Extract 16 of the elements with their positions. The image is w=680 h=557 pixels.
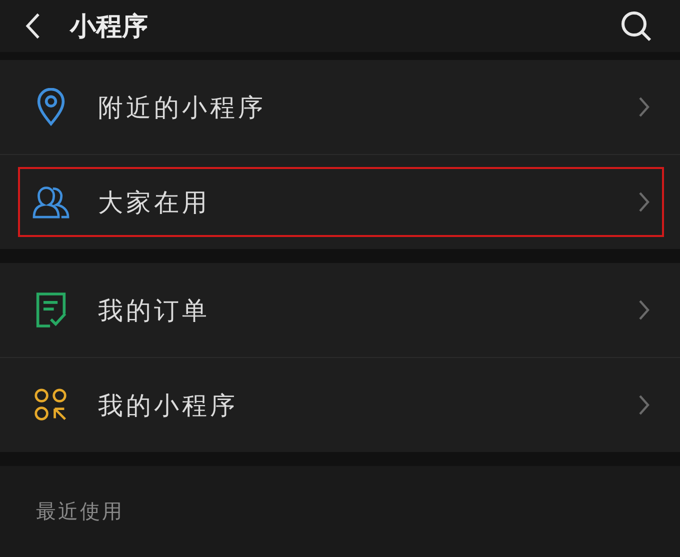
section-title: 最近使用	[36, 499, 124, 523]
chevron-icon	[638, 394, 650, 416]
menu-item[interactable]: 附近的小程序	[0, 60, 680, 154]
menu-item[interactable]: 我的订单	[0, 263, 680, 357]
menu-label: 附近的小程序	[98, 92, 267, 124]
search-icon[interactable]	[620, 10, 652, 42]
menu-label: 我的小程序	[98, 390, 239, 422]
menu-item[interactable]: 我的小程序	[0, 357, 680, 452]
menu-label: 我的订单	[98, 294, 211, 326]
chevron-icon	[638, 96, 650, 118]
menu-item[interactable]: 大家在用	[0, 154, 680, 249]
menu-label: 大家在用	[98, 186, 211, 218]
back-icon[interactable]	[24, 12, 42, 40]
chevron-icon	[638, 299, 650, 321]
page-title: 小程序	[70, 10, 149, 44]
chevron-icon	[638, 191, 650, 213]
